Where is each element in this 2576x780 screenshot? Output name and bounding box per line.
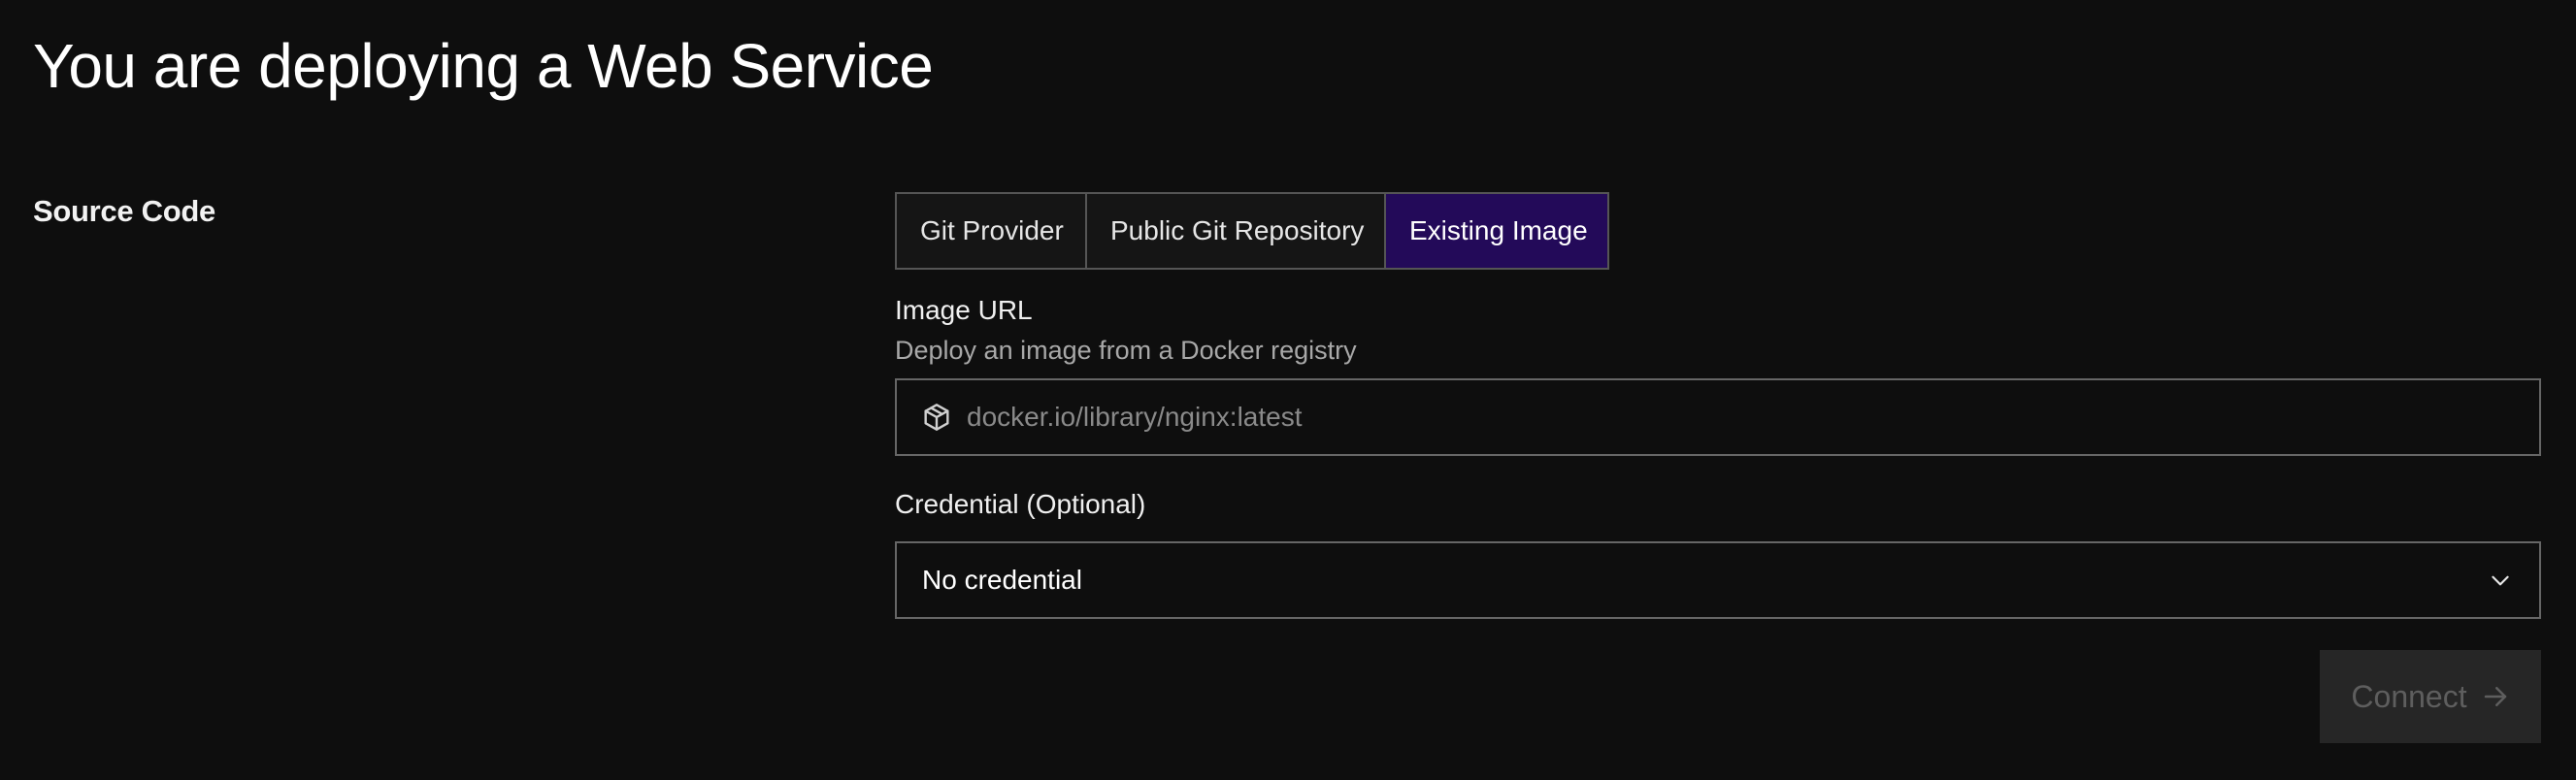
chevron-down-icon [2487, 567, 2514, 594]
image-url-field [895, 378, 2541, 456]
image-url-input[interactable] [967, 380, 2539, 454]
arrow-right-icon [2481, 682, 2510, 711]
tab-git-provider[interactable]: Git Provider [897, 194, 1085, 268]
connect-button[interactable]: Connect [2320, 650, 2541, 743]
source-code-section-label: Source Code [33, 194, 215, 228]
page-title: You are deploying a Web Service [33, 31, 934, 101]
source-type-tabs: Git Provider Public Git Repository Exist… [895, 192, 1609, 270]
image-url-label: Image URL [895, 295, 1033, 325]
credential-select[interactable]: No credential [895, 541, 2541, 619]
connect-button-label: Connect [2351, 678, 2467, 714]
deploy-page: You are deploying a Web Service Source C… [0, 0, 2576, 780]
tab-public-git-repository[interactable]: Public Git Repository [1085, 194, 1384, 268]
cube-icon [920, 401, 953, 434]
credential-label: Credential (Optional) [895, 489, 1146, 519]
credential-selected-value: No credential [922, 565, 1082, 595]
tab-existing-image[interactable]: Existing Image [1384, 194, 1607, 268]
image-url-help-text: Deploy an image from a Docker registry [895, 336, 1357, 365]
